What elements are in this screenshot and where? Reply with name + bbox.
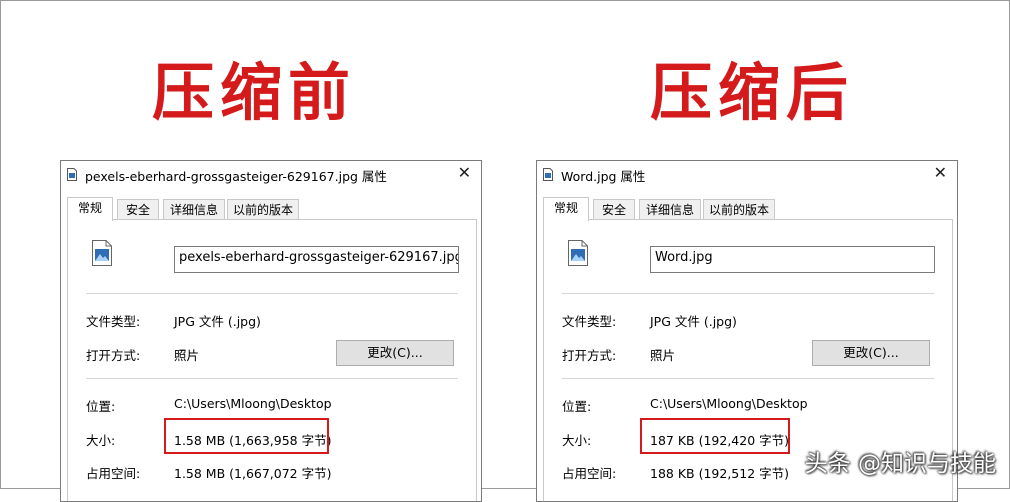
heading-after: 压缩后 — [650, 56, 855, 129]
tab-security[interactable]: 安全 — [117, 199, 159, 220]
size-label: 大小: — [562, 433, 592, 448]
properties-dialog-before: pexels-eberhard-grossgasteiger-629167.jp… — [60, 160, 482, 502]
filename-field[interactable]: Word.jpg — [650, 246, 935, 273]
tab-previous-versions[interactable]: 以前的版本 — [703, 199, 775, 220]
file-icon — [67, 168, 77, 181]
location-value: C:\Users\Mloong\Desktop — [174, 396, 332, 411]
size-on-disk-value: 1.58 MB (1,667,072 字节) — [174, 466, 332, 481]
location-value: C:\Users\Mloong\Desktop — [650, 396, 808, 411]
image-file-icon — [568, 240, 588, 266]
file-type-label: 文件类型: — [562, 314, 617, 329]
tab-general[interactable]: 常规 — [543, 197, 589, 221]
location-label: 位置: — [562, 399, 592, 414]
close-icon[interactable]: ✕ — [934, 163, 947, 182]
tab-details[interactable]: 详细信息 — [163, 199, 225, 220]
size-highlight-box — [640, 418, 790, 454]
tab-details[interactable]: 详细信息 — [639, 199, 701, 220]
divider — [86, 293, 458, 294]
divider — [562, 293, 934, 294]
divider — [86, 378, 458, 379]
location-label: 位置: — [86, 399, 116, 414]
size-on-disk-value: 188 KB (192,512 字节) — [650, 466, 789, 481]
tab-general[interactable]: 常规 — [67, 197, 113, 221]
close-icon[interactable]: ✕ — [458, 163, 471, 182]
tab-previous-versions[interactable]: 以前的版本 — [227, 199, 299, 220]
tab-security[interactable]: 安全 — [593, 199, 635, 220]
watermark: 头条 @知识与技能 — [804, 451, 996, 477]
title-bar: Word.jpg 属性 ✕ — [537, 161, 957, 187]
file-type-value: JPG 文件 (.jpg) — [174, 314, 261, 329]
file-icon — [543, 168, 553, 181]
filename-field[interactable]: pexels-eberhard-grossgasteiger-629167.jp… — [174, 246, 459, 273]
change-button[interactable]: 更改(C)... — [336, 340, 454, 366]
general-panel: pexels-eberhard-grossgasteiger-629167.jp… — [67, 219, 477, 501]
size-on-disk-label: 占用空间: — [86, 466, 141, 481]
opens-with-value: 照片 — [650, 348, 676, 363]
dialog-title: pexels-eberhard-grossgasteiger-629167.jp… — [85, 169, 387, 184]
opens-with-value: 照片 — [174, 348, 200, 363]
heading-before: 压缩前 — [152, 56, 357, 129]
divider — [562, 378, 934, 379]
opens-with-label: 打开方式: — [86, 348, 141, 363]
size-on-disk-label: 占用空间: — [562, 466, 617, 481]
size-highlight-box — [164, 418, 329, 454]
change-button[interactable]: 更改(C)... — [812, 340, 930, 366]
opens-with-label: 打开方式: — [562, 348, 617, 363]
file-type-value: JPG 文件 (.jpg) — [650, 314, 737, 329]
title-bar: pexels-eberhard-grossgasteiger-629167.jp… — [61, 161, 481, 187]
size-label: 大小: — [86, 433, 116, 448]
dialog-title: Word.jpg 属性 — [561, 169, 646, 184]
image-file-icon — [92, 240, 112, 266]
file-type-label: 文件类型: — [86, 314, 141, 329]
